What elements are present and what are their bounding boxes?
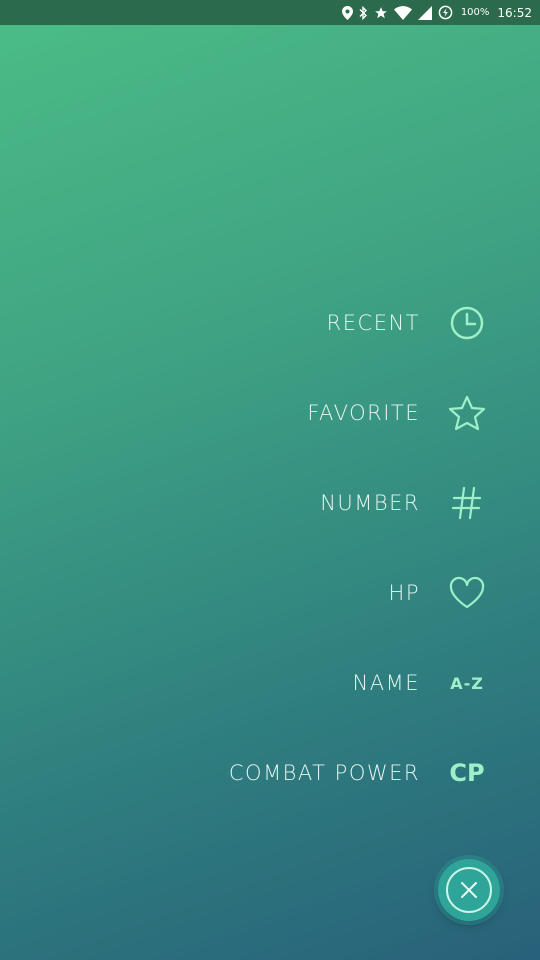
- close-button[interactable]: [438, 859, 500, 921]
- sort-option-label: COMBAT POWER: [228, 761, 420, 785]
- sort-option-recent[interactable]: RECENT: [0, 293, 540, 353]
- sort-menu: RECENT FAVORITE NUMBER HP NAME A-Z COMBA…: [0, 0, 540, 960]
- sort-option-number[interactable]: NUMBER: [0, 473, 540, 533]
- sort-option-combat-power[interactable]: COMBAT POWER CP: [0, 743, 540, 803]
- heart-icon: [446, 572, 488, 614]
- sort-option-label: RECENT: [326, 311, 420, 335]
- sort-option-name[interactable]: NAME A-Z: [0, 653, 540, 713]
- cp-icon: CP: [449, 759, 485, 787]
- hash-icon: [446, 482, 488, 524]
- sort-option-hp[interactable]: HP: [0, 563, 540, 623]
- sort-option-favorite[interactable]: FAVORITE: [0, 383, 540, 443]
- sort-option-label: FAVORITE: [307, 401, 420, 425]
- clock-icon: [446, 302, 488, 344]
- close-icon: [446, 867, 492, 913]
- az-icon: A-Z: [450, 673, 484, 693]
- star-outline-icon: [446, 392, 488, 434]
- sort-option-label: NUMBER: [320, 491, 420, 515]
- sort-option-label: HP: [388, 581, 420, 605]
- sort-option-label: NAME: [352, 671, 420, 695]
